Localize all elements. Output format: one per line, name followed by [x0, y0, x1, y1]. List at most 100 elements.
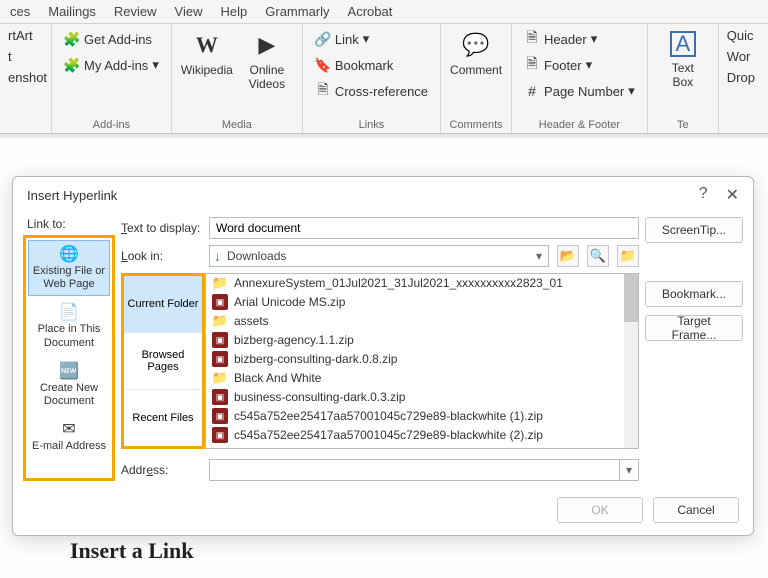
partial-quickparts[interactable]: Quic [727, 28, 755, 43]
cancel-button[interactable]: Cancel [653, 497, 739, 523]
footer-label: Footer [544, 58, 582, 73]
file-row[interactable]: ▣bizberg-consulting-dark.0.8.zip [206, 350, 638, 369]
browse-tab-recent-files[interactable]: Recent Files [124, 390, 202, 446]
chevron-down-icon: ▾ [626, 463, 632, 477]
lookin-label: Look in: [121, 249, 201, 263]
linkto-email[interactable]: ✉ E-mail Address [28, 415, 110, 458]
folder-icon: 📁 [212, 275, 228, 291]
linkto-create-new[interactable]: 🆕 Create New Document [28, 357, 110, 413]
group-label [8, 117, 43, 131]
chevron-down-icon: ▾ [591, 31, 598, 47]
header-button[interactable]: 🗎Header ▾ [520, 28, 639, 50]
comment-button[interactable]: 💬 Comment [449, 28, 503, 80]
my-addins-label: My Add-ins [84, 58, 148, 73]
file-row[interactable]: 📁Black And White [206, 369, 638, 388]
bookmark-button[interactable]: 🔖 Bookmark [311, 54, 432, 76]
folder-open-icon: 📁 [620, 248, 636, 264]
help-button[interactable]: ? [699, 185, 708, 205]
addins-store-icon: 🧩 [64, 31, 80, 47]
crossref-icon: 🗎 [315, 83, 331, 99]
bookmark-dialog-button[interactable]: Bookmark... [645, 281, 743, 307]
partial-dropcap[interactable]: Drop [727, 70, 755, 85]
tab-help[interactable]: Help [221, 4, 248, 19]
tab-acrobat[interactable]: Acrobat [348, 4, 393, 19]
group-label [727, 117, 755, 131]
browse-tab-current-folder[interactable]: Current Folder [124, 276, 202, 333]
footer-button[interactable]: 🗎Footer ▾ [520, 54, 639, 76]
browse-web-button[interactable]: 🔍 [587, 245, 609, 267]
wikipedia-button[interactable]: W Wikipedia [180, 28, 234, 80]
zip-icon: ▣ [212, 332, 228, 348]
file-name: c545a752ee25417aa57001045c729e89-blackwh… [234, 409, 543, 423]
browse-tab-browsed-pages[interactable]: Browsed Pages [124, 333, 202, 390]
file-name: Black And White [234, 371, 321, 385]
tab-references-partial[interactable]: ces [10, 4, 30, 19]
file-row[interactable]: ▣c545a752ee25417aa57001045c729e89-blackw… [206, 407, 638, 426]
chevron-down-icon: ▾ [152, 57, 159, 73]
pagenum-label: Page Number [544, 84, 624, 99]
wikipedia-icon: W [193, 31, 221, 59]
tab-review[interactable]: Review [114, 4, 157, 19]
zip-icon: ▣ [212, 389, 228, 405]
address-input[interactable] [209, 459, 619, 481]
linkto-existing-file[interactable]: 🌐 Existing File or Web Page [28, 240, 110, 296]
tab-mailings[interactable]: Mailings [48, 4, 96, 19]
partial-screenshot[interactable]: enshot [8, 70, 43, 85]
page-number-button[interactable]: #Page Number ▾ [520, 80, 639, 102]
globe-file-icon: 🌐 [59, 245, 79, 263]
tab-grammarly[interactable]: Grammarly [265, 4, 329, 19]
file-row[interactable]: ▣bizberg-agency.1.1.zip [206, 331, 638, 350]
get-addins-button[interactable]: 🧩 Get Add-ins [60, 28, 163, 50]
file-row[interactable]: ▣business-consulting-dark.0.3.zip [206, 388, 638, 407]
ribbon: rtArt t enshot 🧩 Get Add-ins 🧩 My Add-in… [0, 24, 768, 134]
file-row[interactable]: ▣Arial Unicode MS.zip [206, 293, 638, 312]
partial-smartart[interactable]: rtArt [8, 28, 43, 43]
lookin-select[interactable]: ↓ Downloads ▾ [209, 245, 549, 267]
group-media-label: Media [180, 117, 294, 131]
online-videos-button[interactable]: ▶ Online Videos [240, 28, 294, 95]
pagenum-icon: # [524, 83, 540, 99]
address-dropdown[interactable]: ▾ [619, 459, 639, 481]
insert-hyperlink-dialog: Insert Hyperlink ? ✕ Link to: 🌐 Existing… [12, 176, 754, 536]
folder-icon: 📁 [212, 313, 228, 329]
file-list[interactable]: 📁AnnexureSystem_01Jul2021_31Jul2021_xxxx… [205, 273, 639, 449]
chevron-down-icon: ▾ [363, 31, 370, 47]
my-addins-button[interactable]: 🧩 My Add-ins ▾ [60, 54, 163, 76]
scrollbar-thumb[interactable] [624, 274, 638, 322]
crossref-button[interactable]: 🗎Cross-reference [311, 80, 432, 102]
link-button[interactable]: 🔗Link ▾ [311, 28, 432, 50]
bookmark-label: Bookmark [335, 58, 394, 73]
bookmark-icon: 🔖 [315, 57, 331, 73]
get-addins-label: Get Add-ins [84, 32, 152, 47]
file-row[interactable]: 📁assets [206, 312, 638, 331]
ok-button[interactable]: OK [557, 497, 643, 523]
zip-icon: ▣ [212, 294, 228, 310]
textbox-button[interactable]: A Text Box [656, 28, 710, 93]
linkto-label: Link to: [23, 217, 115, 231]
zip-icon: ▣ [212, 351, 228, 367]
up-one-level-button[interactable]: 📂 [557, 245, 579, 267]
tab-view[interactable]: View [175, 4, 203, 19]
partial-wordart[interactable]: Wor [727, 49, 755, 64]
group-links-label: Links [311, 117, 432, 131]
group-comments-label: Comments [449, 117, 503, 131]
file-row[interactable]: 📁AnnexureSystem_01Jul2021_31Jul2021_xxxx… [206, 274, 638, 293]
linkto-place-in-doc[interactable]: 📄 Place in This Document [28, 298, 110, 354]
recent-files-label: Recent Files [132, 412, 193, 424]
file-name: c545a752ee25417aa57001045c729e89-blackwh… [234, 428, 543, 442]
partial-chart[interactable]: t [8, 49, 43, 64]
group-addins-label: Add-ins [60, 117, 163, 131]
link-icon: 🔗 [315, 31, 331, 47]
linkto-existing-label: Existing File or Web Page [31, 265, 107, 291]
browse-file-button[interactable]: 📁 [617, 245, 639, 267]
target-frame-button[interactable]: Target Frame... [645, 315, 743, 341]
header-label: Header [544, 32, 587, 47]
screentip-button[interactable]: ScreenTip... [645, 217, 743, 243]
file-row[interactable]: ▣c545a752ee25417aa57001045c729e89-blackw… [206, 426, 638, 445]
close-button[interactable]: ✕ [726, 185, 739, 205]
text-to-display-input[interactable] [209, 217, 639, 239]
comment-label: Comment [450, 63, 502, 77]
folder-up-icon: 📂 [560, 248, 576, 264]
browse-tabs-highlight-box: Current Folder Browsed Pages Recent File… [121, 273, 205, 449]
video-icon: ▶ [253, 31, 281, 59]
